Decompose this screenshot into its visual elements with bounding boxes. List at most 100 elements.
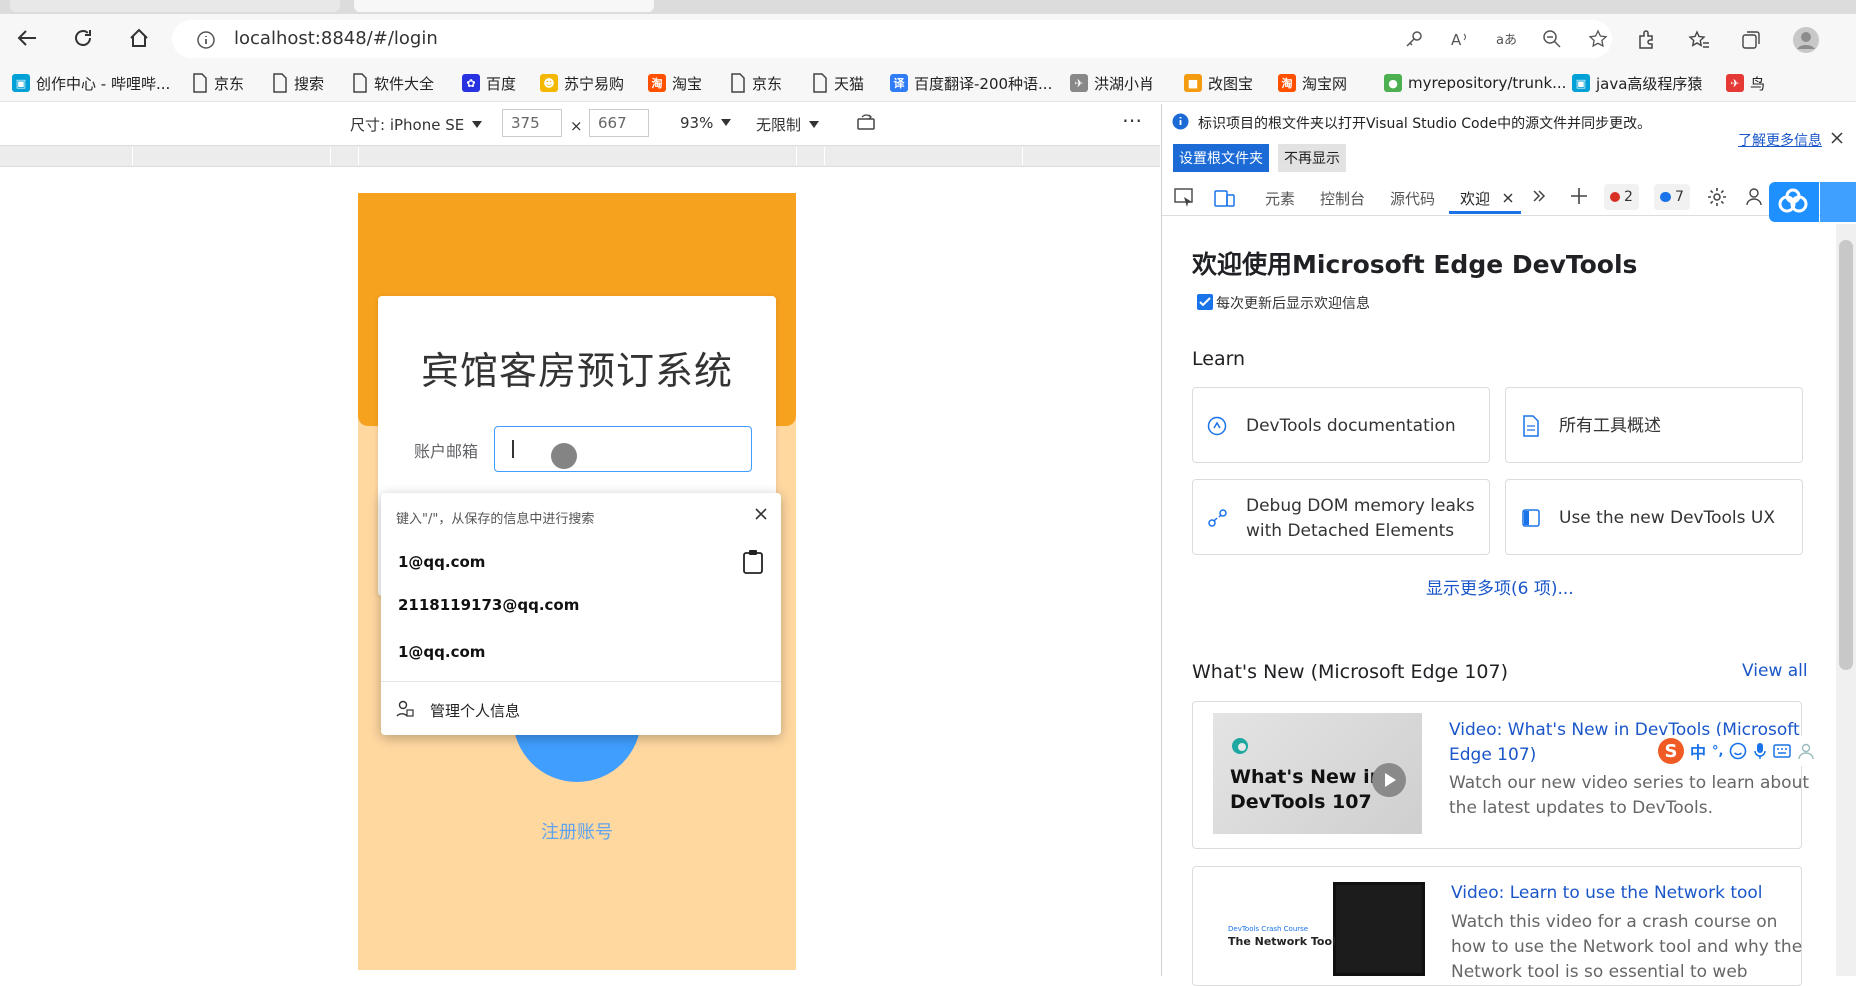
page-icon [192,73,208,93]
bookmark-label: 天猫 [834,74,865,93]
bilibili-icon: ▣ [12,74,30,92]
autofill-item[interactable]: 2118119173@qq.com [398,596,579,614]
ime-punctuation-toggle[interactable]: °, [1712,744,1723,759]
more-tabs-icon[interactable] [1531,188,1547,204]
error-count-badge[interactable]: 2 [1604,184,1639,210]
bookmark-item[interactable]: ▣ java高级程序猿 [1572,70,1702,96]
profile-avatar-icon[interactable] [1792,26,1820,54]
throttle-select[interactable]: 无限制 [756,114,820,135]
video-title-line2[interactable]: Edge 107) [1449,743,1536,768]
width-input[interactable]: 375 [502,109,562,137]
welcome-title: 欢迎使用Microsoft Edge DevTools [1192,250,1638,279]
view-all-link[interactable]: View all [1742,661,1808,681]
read-aloud-icon[interactable]: A [1450,29,1470,49]
key-icon[interactable] [1404,29,1424,49]
ime-mode-toggle[interactable]: 中 [1690,739,1706,763]
video-thumbnail-title: What's New in DevTools 107 [1230,765,1383,815]
user-feedback-icon[interactable] [1746,187,1768,207]
manage-info-link[interactable]: 管理个人信息 [430,700,520,721]
tab-console[interactable]: 控制台 [1320,188,1365,209]
sogou-logo-icon[interactable]: S [1658,738,1684,764]
user-skin-icon[interactable] [1797,742,1815,760]
learn-card-label-line2: with Detached Elements [1246,521,1455,541]
emoji-icon[interactable] [1729,742,1747,760]
site-info-icon[interactable] [196,30,216,50]
close-icon[interactable] [754,507,768,521]
autofill-item[interactable]: 1@qq.com [398,643,485,661]
video-title[interactable]: Video: Learn to use the Network tool [1451,881,1763,906]
add-tab-icon[interactable] [1570,187,1588,205]
device-size-select[interactable]: 尺寸: iPhone SE [350,114,483,135]
bookmark-item[interactable]: ✿ 百度 [462,70,516,96]
clipboard-icon[interactable] [742,549,764,575]
bookmark-item[interactable]: ■ 改图宝 [1184,70,1253,96]
add-favorite-icon[interactable] [1588,29,1608,49]
bookmark-label: 百度翻译-200种语... [914,74,1053,93]
more-options-icon[interactable]: ⋯ [1122,108,1142,132]
video-thumbnail-screen [1333,882,1425,976]
message-count-badge[interactable]: 7 [1654,184,1690,210]
settings-gear-icon[interactable] [1707,187,1727,207]
favorites-icon[interactable] [1688,29,1710,51]
autofill-divider [381,681,781,682]
set-root-folder-button[interactable]: 设置根文件夹 [1173,144,1269,172]
bookmark-item[interactable]: ✈ 鸟 [1726,70,1765,96]
bookmark-label: 苏宁易购 [564,74,625,93]
learn-card-label: Debug DOM memory leaks [1246,496,1475,516]
tab-sources[interactable]: 源代码 [1390,188,1435,209]
zoom-out-icon[interactable] [1542,29,1562,49]
bookmark-item[interactable]: ✈ 洪湖小肖 [1070,70,1154,96]
close-tab-icon[interactable] [1503,193,1513,203]
bookmark-item[interactable]: ▣ 创作中心 - 哔哩哔... [12,70,170,96]
register-link[interactable]: 注册账号 [358,818,796,844]
zoom-select[interactable]: 93% [680,114,732,132]
learn-more-link[interactable]: 了解更多信息 [1738,130,1822,150]
dont-show-again-button[interactable]: 不再显示 [1278,144,1346,172]
tab-elements[interactable]: 元素 [1265,188,1295,209]
close-icon[interactable] [1831,132,1843,144]
message-count: 7 [1675,189,1684,205]
rotate-icon[interactable] [856,112,878,132]
refresh-button[interactable] [66,21,100,55]
bookmark-item[interactable]: 淘淘宝网 [1278,70,1347,96]
welcome-checkbox[interactable] [1197,294,1213,310]
bookmark-label: java高级程序猿 [1596,74,1703,93]
extensions-icon[interactable] [1636,29,1658,51]
keyboard-icon[interactable] [1773,744,1792,758]
docs-icon [1207,416,1227,436]
side-panel-button[interactable] [1820,182,1856,222]
device-emulation-icon[interactable] [1214,188,1236,208]
collections-icon[interactable] [1740,29,1762,51]
back-button[interactable] [10,21,44,55]
show-more-link[interactable]: 显示更多项(6 项)... [1426,574,1574,599]
bookmark-item[interactable]: 软件大全 [352,70,434,96]
url-text[interactable]: localhost:8848/#/login [234,26,438,52]
browser-tab[interactable] [10,0,340,12]
taobao-icon: 淘 [1278,74,1296,92]
bookmark-label: 改图宝 [1208,74,1254,93]
tab-welcome[interactable]: 欢迎 [1460,188,1490,209]
bookmark-item[interactable]: 淘淘宝 [648,70,702,96]
microphone-icon[interactable] [1753,742,1767,760]
edge-logo-icon [1231,737,1249,755]
play-icon[interactable] [1372,763,1406,797]
height-input[interactable]: 667 [589,109,649,137]
bookmark-item[interactable]: ☻ 苏宁易购 [540,70,624,96]
translate-icon[interactable]: aあ [1496,29,1516,49]
autofill-item[interactable]: 1@qq.com [398,553,485,571]
bookmark-item[interactable]: 京东 [730,70,782,96]
error-count: 2 [1624,189,1633,205]
inspect-icon[interactable] [1174,188,1196,208]
cloud-sync-button[interactable] [1769,182,1819,222]
bookmark-item[interactable]: 京东 [192,70,244,96]
home-button[interactable] [122,21,156,55]
bookmark-item[interactable]: 天猫 [812,70,864,96]
email-field[interactable] [494,426,752,472]
bookmark-item[interactable]: ● myrepository/trunk... [1384,70,1566,96]
bookmark-item[interactable]: 译百度翻译-200种语... [890,70,1052,96]
autofill-hint: 键入"/"，从保存的信息中进行搜索 [396,512,595,527]
bookmark-item[interactable]: 搜索 [272,70,324,96]
scrollbar-thumb[interactable] [1839,240,1853,670]
browser-tab-active[interactable] [354,0,654,12]
page-icon [730,73,746,93]
